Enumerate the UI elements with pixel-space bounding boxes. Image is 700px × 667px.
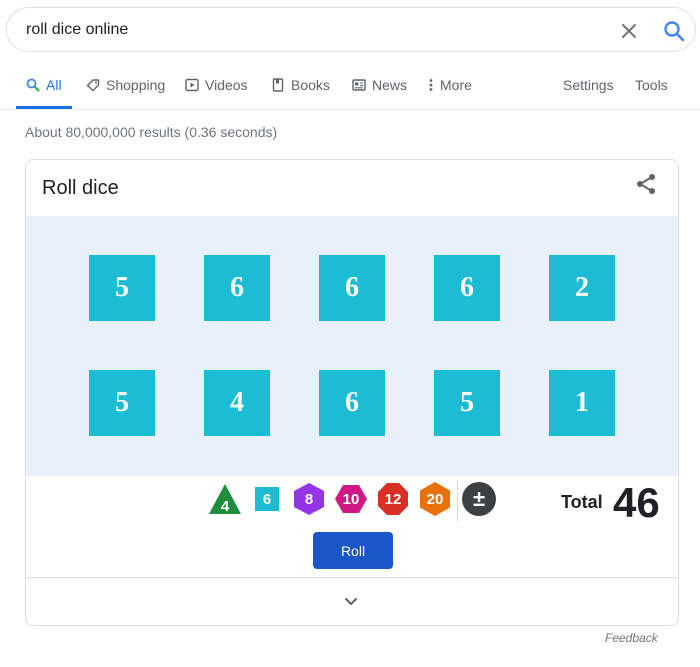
- tab-label: Videos: [205, 76, 248, 93]
- picker-label: 4: [220, 497, 230, 515]
- chevron-down-icon: [343, 595, 359, 607]
- die: 4: [204, 370, 270, 436]
- die: 5: [89, 370, 155, 436]
- picker-label: 20: [426, 490, 444, 508]
- die: 6: [319, 255, 385, 321]
- add-d8-button[interactable]: 8: [291, 480, 327, 518]
- die: 5: [434, 370, 500, 436]
- tab-news[interactable]: News: [352, 60, 407, 109]
- tab-tools[interactable]: Tools: [635, 60, 668, 109]
- die: 2: [549, 255, 615, 321]
- tab-shopping[interactable]: Shopping: [86, 60, 165, 109]
- add-d4-button[interactable]: 4: [207, 480, 243, 518]
- tab-label: More: [440, 76, 472, 93]
- play-icon: [185, 78, 199, 92]
- tab-label: Settings: [563, 76, 614, 93]
- modifier-button[interactable]: ±: [461, 480, 497, 518]
- search-icon: [26, 78, 40, 92]
- die: 6: [204, 255, 270, 321]
- tag-icon: [86, 78, 100, 92]
- book-icon: [271, 77, 285, 92]
- dice-roller-card: Roll dice 5 6 6 6 2 5 4 6 5 1 Total 46 4…: [25, 159, 679, 626]
- dice-area: 5 6 6 6 2 5 4 6 5 1 Total 46: [26, 216, 678, 526]
- search-tabs: All Shopping Videos Books News More Sett…: [0, 60, 700, 110]
- result-stats: About 80,000,000 results (0.36 seconds): [25, 124, 278, 140]
- expand-button[interactable]: [26, 577, 678, 625]
- die: 5: [89, 255, 155, 321]
- tab-all[interactable]: All: [16, 60, 72, 109]
- picker-label: 6: [262, 490, 272, 508]
- search-icon[interactable]: [663, 20, 685, 42]
- tab-label: Tools: [635, 76, 668, 93]
- more-vert-icon: [428, 78, 434, 92]
- add-d12-button[interactable]: 12: [375, 480, 411, 518]
- clear-icon[interactable]: [619, 21, 639, 41]
- card-title: Roll dice: [42, 177, 119, 199]
- add-d20-button[interactable]: 20: [417, 480, 453, 518]
- search-input[interactable]: [26, 19, 586, 41]
- dice-picker: 4 6 8 10 12 20 ±: [26, 480, 678, 522]
- add-d10-button[interactable]: 10: [333, 480, 369, 518]
- die: 1: [549, 370, 615, 436]
- tab-books[interactable]: Books: [271, 60, 330, 109]
- share-icon[interactable]: [634, 172, 658, 196]
- tab-settings[interactable]: Settings: [563, 60, 614, 109]
- tab-more[interactable]: More: [428, 60, 472, 109]
- tab-label: Shopping: [106, 76, 166, 93]
- roll-button[interactable]: Roll: [313, 532, 393, 569]
- add-d6-button[interactable]: 6: [249, 480, 285, 518]
- picker-divider: [457, 480, 458, 522]
- tab-label: Books: [291, 76, 330, 93]
- die: 6: [319, 370, 385, 436]
- feedback-link[interactable]: Feedback: [605, 631, 658, 645]
- picker-label: 8: [304, 490, 314, 508]
- picker-label: ±: [472, 486, 486, 511]
- picker-label: 10: [342, 490, 360, 508]
- die: 6: [434, 255, 500, 321]
- tab-videos[interactable]: Videos: [185, 60, 248, 109]
- newspaper-icon: [352, 78, 366, 92]
- search-bar: [6, 7, 696, 52]
- tab-label: All: [46, 76, 62, 93]
- picker-label: 12: [384, 490, 402, 508]
- tab-label: News: [372, 76, 408, 93]
